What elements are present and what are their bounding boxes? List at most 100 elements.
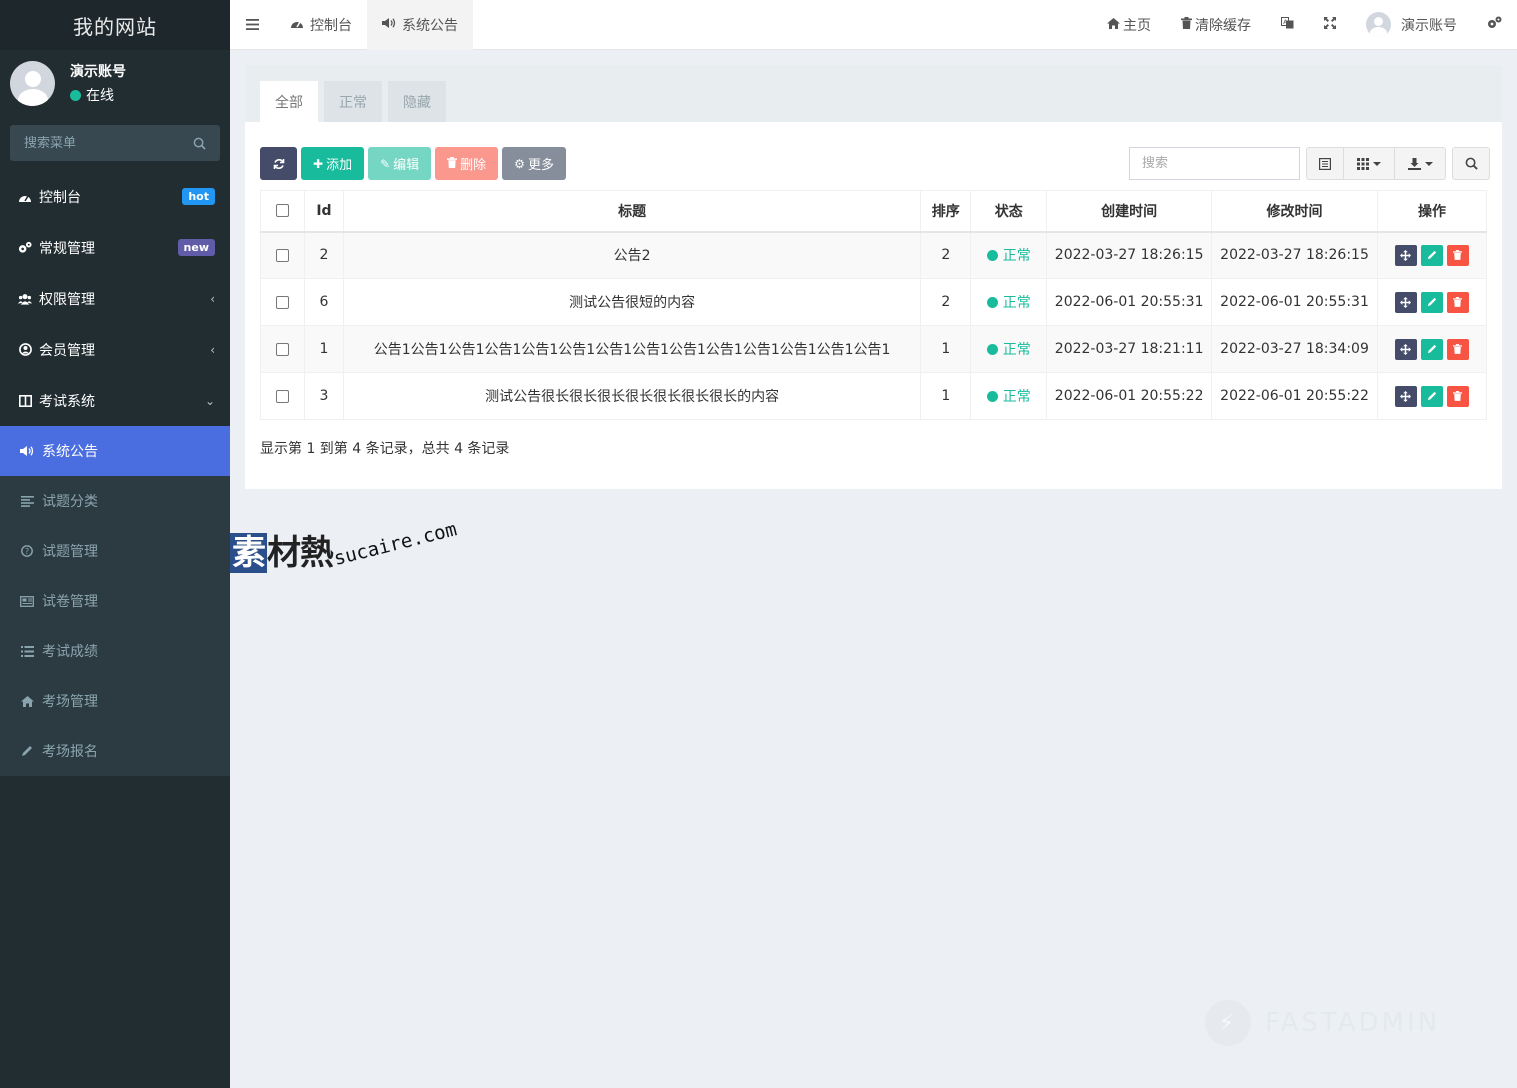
- sidebar-item-announcements[interactable]: 系统公告: [0, 426, 230, 476]
- drag-sort-button[interactable]: [1394, 291, 1417, 313]
- status-badge[interactable]: 正常: [986, 292, 1031, 312]
- announcements-table: Id 标题 排序 状态 创建时间 修改时间 操作 2 公告2 2 正常 2022-03-…: [260, 190, 1488, 420]
- fastadmin-watermark: ⚡ FASTADMIN: [1205, 1000, 1440, 1046]
- status-dot-icon: [986, 296, 998, 308]
- drag-sort-button[interactable]: [1394, 385, 1417, 407]
- table-row[interactable]: 6 测试公告很短的内容 2 正常 2022-06-01 20:55:31 2022-06-…: [260, 278, 1488, 326]
- select-all-checkbox[interactable]: [275, 204, 289, 218]
- table-row[interactable]: 1 公告1公告1公告1公告1公告1公告1公告1公告1公告1公告1公告1公告1公告1…: [260, 325, 1488, 373]
- sidebar-item-general[interactable]: 常规管理 new: [0, 222, 230, 273]
- sidebar-item-auth[interactable]: 权限管理 ‹: [0, 273, 230, 324]
- row-edit-button[interactable]: [1420, 244, 1443, 266]
- align-left-icon: [20, 495, 34, 507]
- col-status[interactable]: 状态: [970, 190, 1048, 233]
- tab-announcements[interactable]: 系统公告: [367, 0, 473, 50]
- pencil-icon: [1427, 344, 1437, 354]
- sidebar-item-scores[interactable]: 考试成绩: [0, 626, 230, 676]
- status-dot-icon: [986, 343, 998, 355]
- trash-icon: [1453, 391, 1463, 401]
- pagination-info: 显示第 1 到第 4 条记录，总共 4 条记录: [260, 441, 510, 457]
- gears-icon: [18, 241, 32, 254]
- clear-cache-button[interactable]: 清除缓存: [1166, 0, 1266, 50]
- tab-normal[interactable]: 正常: [324, 81, 382, 122]
- expand-icon: [1324, 16, 1336, 33]
- sidebar-item-dashboard[interactable]: 控制台 hot: [0, 171, 230, 222]
- col-created[interactable]: 创建时间: [1046, 190, 1213, 233]
- sidebar-item-question-category[interactable]: 试题分类: [0, 476, 230, 526]
- more-button[interactable]: ⚙ 更多: [502, 147, 566, 180]
- row-delete-button[interactable]: [1446, 291, 1469, 313]
- row-title: 测试公告很短的内容: [342, 278, 922, 326]
- content-panel: 全部 正常 隐藏 ✚ 添加 ✎ 编辑 删除 ⚙ 更多 搜索 Id 标题 排序 状…: [245, 65, 1502, 489]
- home-link[interactable]: 主页: [1092, 0, 1166, 50]
- col-id[interactable]: Id: [303, 190, 344, 233]
- sidebar-item-papers[interactable]: 试卷管理: [0, 576, 230, 626]
- tab-hidden[interactable]: 隐藏: [388, 81, 446, 122]
- search-icon[interactable]: [193, 137, 206, 150]
- row-delete-button[interactable]: [1446, 244, 1469, 266]
- row-edit-button[interactable]: [1420, 291, 1443, 313]
- advanced-search-button[interactable]: [1452, 147, 1490, 180]
- status-badge[interactable]: 正常: [986, 245, 1031, 265]
- drag-sort-button[interactable]: [1394, 244, 1417, 266]
- brand-logo[interactable]: 我的网站: [0, 0, 230, 50]
- sidebar-toggle-button[interactable]: [230, 0, 275, 50]
- sidebar-item-questions[interactable]: ? 试题管理: [0, 526, 230, 576]
- sidebar-item-exam-rooms[interactable]: 考场管理: [0, 676, 230, 726]
- fullscreen-button[interactable]: [1309, 0, 1351, 50]
- row-delete-button[interactable]: [1446, 385, 1469, 407]
- tab-all[interactable]: 全部: [260, 81, 318, 122]
- delete-button[interactable]: 删除: [435, 147, 499, 180]
- row-updated: 2022-03-27 18:34:09: [1211, 325, 1378, 373]
- drag-sort-button[interactable]: [1394, 338, 1417, 360]
- user-name: 演示账号: [70, 64, 126, 80]
- row-checkbox[interactable]: [275, 389, 289, 403]
- col-title[interactable]: 标题: [342, 190, 922, 233]
- pencil-icon: [20, 745, 34, 757]
- refresh-icon: [273, 158, 284, 169]
- row-edit-button[interactable]: [1420, 385, 1443, 407]
- status-badge[interactable]: 正常: [986, 339, 1031, 359]
- columns-toggle-button[interactable]: [1344, 147, 1395, 180]
- row-checkbox[interactable]: [275, 342, 289, 356]
- avatar: [1366, 12, 1391, 37]
- sidebar-search: [10, 125, 220, 161]
- edit-button[interactable]: ✎ 编辑: [368, 147, 432, 180]
- row-checkbox[interactable]: [275, 295, 289, 309]
- search-icon: [1465, 157, 1478, 170]
- sidebar-item-exam-system[interactable]: 考试系统 ⌄: [0, 375, 230, 426]
- pencil-icon: [1427, 251, 1437, 260]
- table-search-input[interactable]: [1129, 147, 1300, 180]
- arrows-icon: [1400, 296, 1412, 308]
- export-button[interactable]: [1395, 147, 1446, 180]
- row-title: 公告1公告1公告1公告1公告1公告1公告1公告1公告1公告1公告1公告1公告1公…: [342, 325, 922, 373]
- col-weigh[interactable]: 排序: [920, 190, 972, 233]
- card-view-button[interactable]: [1306, 147, 1344, 180]
- status-dot-icon: [986, 249, 998, 261]
- row-delete-button[interactable]: [1446, 338, 1469, 360]
- table-row[interactable]: 3 测试公告很长很长很长很长很长很长很长的内容 1 正常 2022-06-01 20:5…: [260, 372, 1488, 420]
- status-badge[interactable]: 正常: [986, 386, 1031, 406]
- col-updated[interactable]: 修改时间: [1211, 190, 1378, 233]
- newspaper-icon: [20, 595, 34, 607]
- row-weigh: 2: [920, 278, 972, 326]
- language-button[interactable]: A: [1266, 0, 1309, 50]
- add-button[interactable]: ✚ 添加: [301, 147, 365, 180]
- settings-button[interactable]: [1472, 0, 1517, 50]
- refresh-button[interactable]: [260, 147, 297, 180]
- list-alt-icon: [1319, 157, 1331, 170]
- sidebar-search-input[interactable]: [24, 135, 174, 151]
- select-all-cell: [260, 190, 305, 233]
- user-status: 在线: [70, 85, 126, 105]
- row-updated: 2022-03-27 18:26:15: [1211, 231, 1378, 279]
- sidebar-item-members[interactable]: 会员管理 ‹: [0, 324, 230, 375]
- row-checkbox[interactable]: [275, 248, 289, 262]
- hot-badge: hot: [182, 188, 215, 205]
- row-edit-button[interactable]: [1420, 338, 1443, 360]
- sidebar-item-exam-registration[interactable]: 考场报名: [0, 726, 230, 776]
- account-menu[interactable]: 演示账号: [1351, 0, 1472, 50]
- translate-icon: A: [1281, 16, 1294, 33]
- columns-icon: [18, 394, 32, 407]
- table-row[interactable]: 2 公告2 2 正常 2022-03-27 18:26:15 2022-03-27 18:…: [260, 231, 1488, 279]
- tab-dashboard[interactable]: 控制台: [275, 0, 367, 50]
